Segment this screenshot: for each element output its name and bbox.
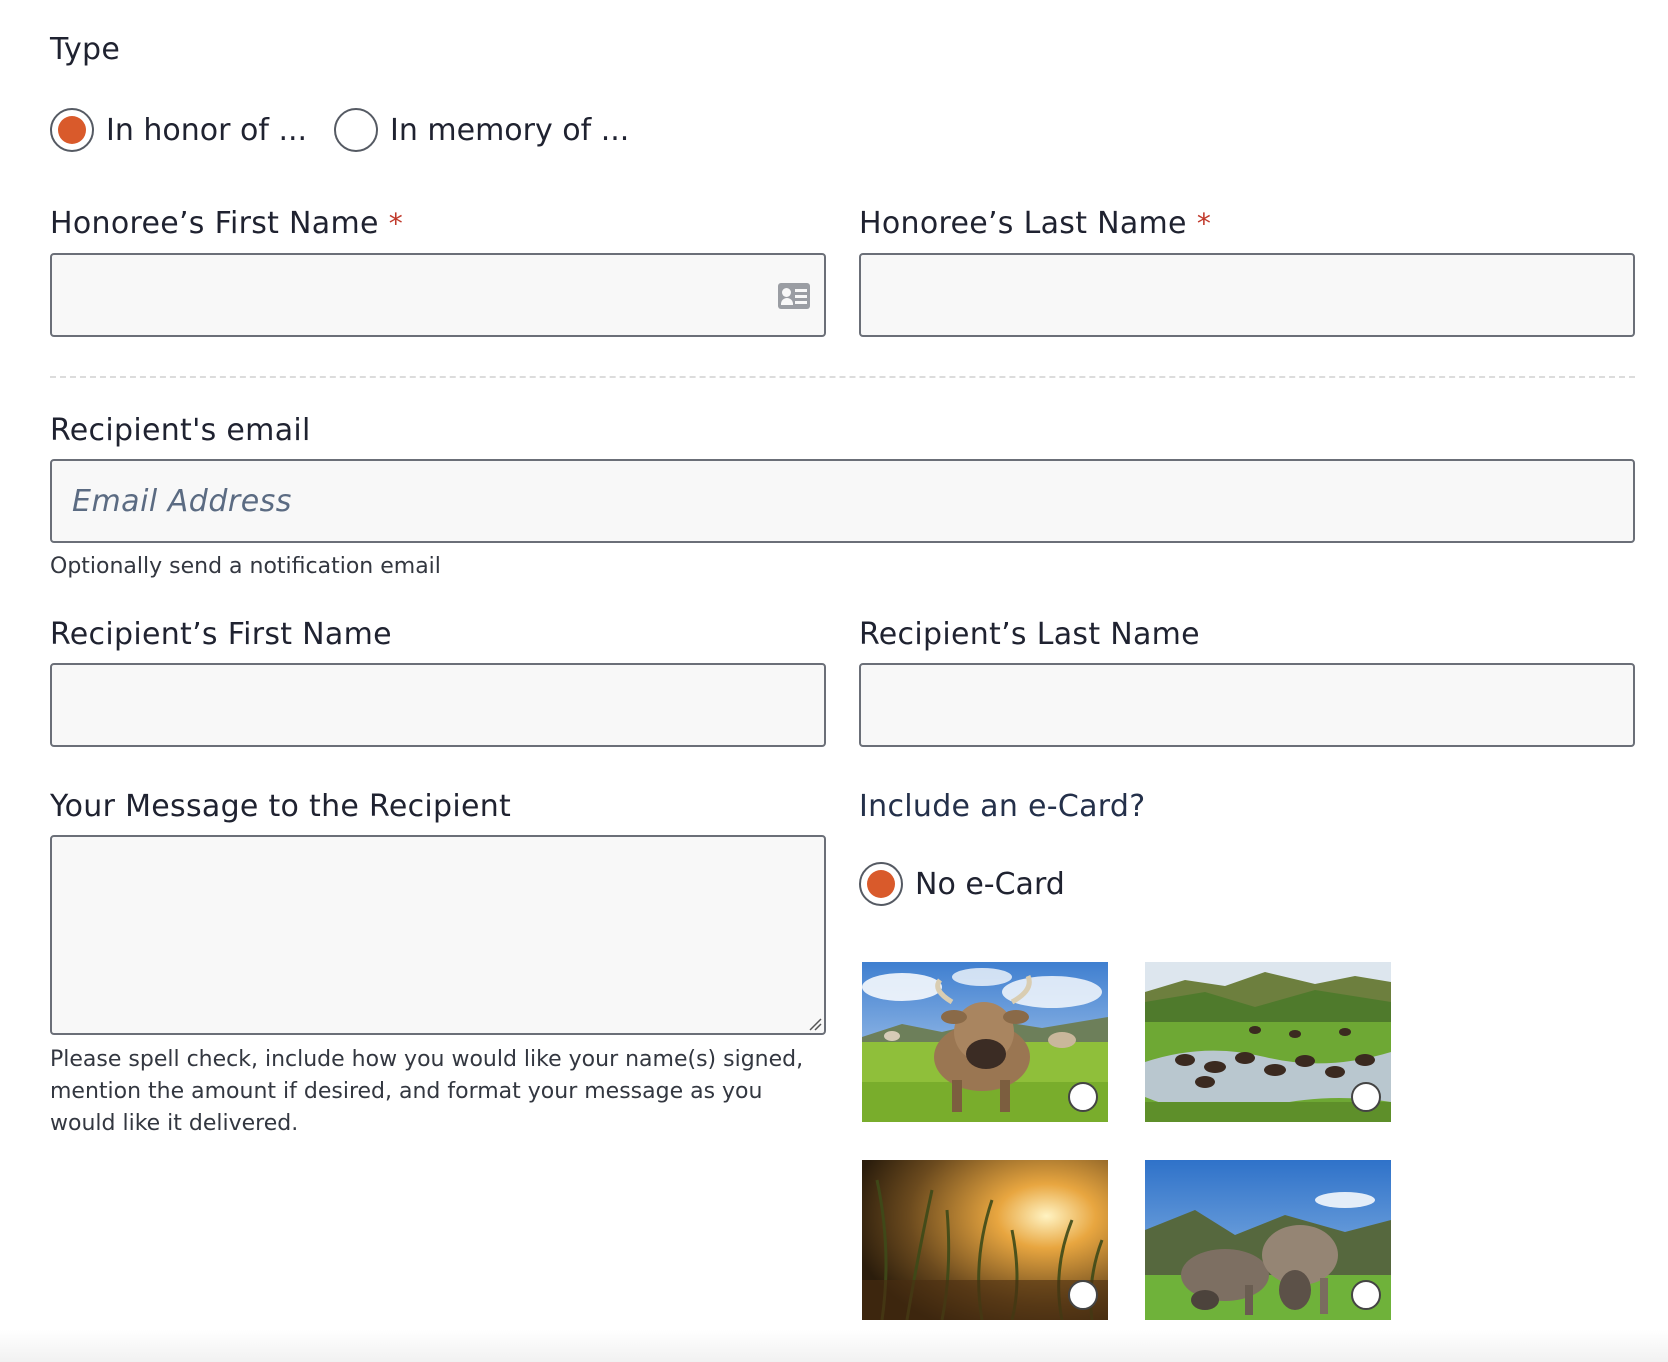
contact-card-icon[interactable] (778, 283, 810, 309)
ecard-label: Include an e-Card? (859, 789, 1146, 824)
ecard-select-radio[interactable] (1351, 1280, 1381, 1310)
radio-in-memory[interactable]: In memory of ... (334, 108, 629, 152)
ecard-option-cows-grazing[interactable] (1145, 1160, 1391, 1320)
radio-no-ecard-label: No e-Card (915, 866, 1065, 902)
recipient-last-name-label: Recipient’s Last Name (859, 617, 1200, 652)
ecard-select-radio[interactable] (1068, 1082, 1098, 1112)
donation-tribute-form: Type In honor of ... In memory of ... Ho… (0, 0, 1668, 1362)
ecard-option-cow-meadow[interactable] (862, 962, 1108, 1122)
radio-no-ecard-control[interactable] (859, 862, 903, 906)
section-divider (50, 376, 1635, 378)
recipient-first-name-input[interactable] (50, 663, 826, 747)
radio-in-honor-control[interactable] (50, 108, 94, 152)
radio-in-honor-label: In honor of ... (106, 112, 308, 148)
recipient-last-name-input[interactable] (859, 663, 1635, 747)
honoree-first-name-label: Honoree’s First Name * (50, 206, 404, 241)
radio-in-memory-control[interactable] (334, 108, 378, 152)
bottom-fade (0, 1330, 1668, 1362)
email-placeholder: Email Address (72, 483, 292, 519)
message-help-text: Please spell check, include how you woul… (50, 1047, 804, 1136)
required-asterisk: * (1196, 207, 1212, 240)
radio-in-honor[interactable]: In honor of ... (50, 108, 307, 152)
type-label: Type (50, 32, 121, 67)
honoree-last-name-input[interactable] (859, 253, 1635, 337)
ecard-select-radio[interactable] (1351, 1082, 1381, 1112)
message-label: Your Message to the Recipient (50, 789, 512, 824)
message-textarea[interactable] (50, 835, 826, 1035)
ecard-option-bison-river[interactable] (1145, 962, 1391, 1122)
required-asterisk: * (388, 207, 404, 240)
email-help-text: Optionally send a notification email (50, 554, 441, 579)
honoree-last-name-label: Honoree’s Last Name * (859, 206, 1212, 241)
recipient-email-label: Recipient's email (50, 413, 311, 448)
recipient-first-name-label: Recipient’s First Name (50, 617, 392, 652)
radio-in-memory-label: In memory of ... (390, 112, 630, 148)
radio-no-ecard[interactable]: No e-Card (859, 862, 1065, 906)
honoree-first-name-input[interactable] (50, 253, 826, 337)
resize-grip-icon[interactable] (808, 1017, 822, 1031)
ecard-option-grass-sunset[interactable] (862, 1160, 1108, 1320)
ecard-select-radio[interactable] (1068, 1280, 1098, 1310)
recipient-email-input[interactable]: Email Address (50, 459, 1635, 543)
